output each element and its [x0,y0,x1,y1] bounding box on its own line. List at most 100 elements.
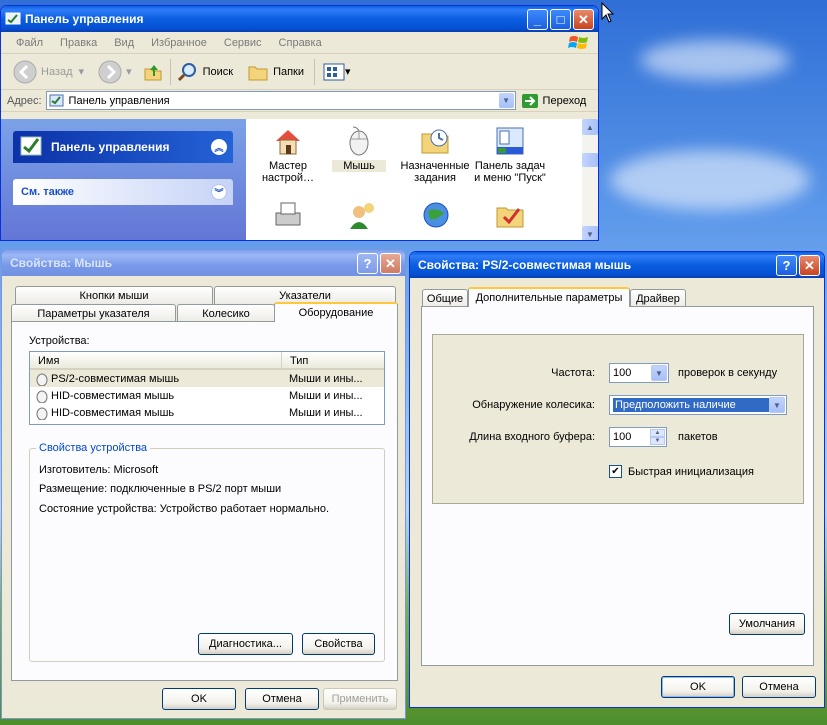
control-panel-window: Панель управления _ □ ✕ Файл Правка Вид … [0,5,599,241]
task-pane-see-also[interactable]: См. также ︾ [13,179,233,205]
vertical-scrollbar[interactable]: ▲ ▼ [582,119,598,240]
cp-item-scheduled-tasks[interactable]: Назначенные задания [396,125,474,184]
back-arrow-icon [13,60,37,83]
maximize-button[interactable]: □ [550,9,571,30]
apply-button[interactable]: Применить [323,688,397,710]
column-type[interactable]: Тип [282,352,308,368]
ok-button[interactable]: OK [162,688,236,710]
help-button[interactable]: ? [357,253,378,274]
hardware-tab-panel: Устройства: Имя Тип PS/2-совместимая мыш… [11,321,398,681]
tab-hardware[interactable]: Оборудование [274,302,398,322]
chevron-down-icon: ▼ [651,365,667,381]
task-pane-control-panel[interactable]: Панель управления ︽ [13,131,233,163]
ok-button[interactable]: OK [661,676,735,698]
device-properties-group: Свойства устройства Изготовитель: Micros… [29,442,385,662]
close-button[interactable]: ✕ [799,255,820,276]
search-button[interactable]: Поиск [177,61,233,83]
buffer-length-label: Длина входного буфера: [469,431,595,443]
devices-label: Устройства: [29,335,90,347]
advanced-tab-panel: Частота: 100 ▼ проверок в секунду Обнару… [421,306,814,666]
forward-arrow-icon[interactable] [98,60,122,84]
menu-bar: Файл Правка Вид Избранное Сервис Справка [1,32,598,54]
menu-edit[interactable]: Правка [60,37,97,49]
go-arrow-icon [521,93,538,108]
scheduled-tasks-icon [421,129,449,154]
column-name[interactable]: Имя [30,352,282,368]
cp-item-mouse[interactable]: Мышь [332,125,386,172]
title-bar: Свойства: Мышь ? ✕ [2,250,405,276]
wheel-detection-label: Обнаружение колесика: [472,399,595,411]
spin-down-icon[interactable]: ▼ [650,437,665,445]
location-text: Размещение: подключенные в PS/2 порт мыш… [39,483,282,495]
address-dropdown-button[interactable]: ▼ [498,93,514,108]
mouse-properties-dialog: Свойства: Мышь ? ✕ Кнопки мыши Указатели… [1,249,406,719]
up-folder-icon[interactable] [142,61,164,83]
cursor-icon [601,2,615,23]
tab-general[interactable]: Общие [422,289,468,307]
task-pane: Панель управления ︽ См. также ︾ [1,119,246,240]
menu-tools[interactable]: Сервис [224,37,262,49]
folders-button[interactable]: Папки [247,62,304,82]
printers-icon[interactable] [272,199,304,231]
menu-view[interactable]: Вид [114,37,134,49]
go-button[interactable]: Переход [521,93,586,109]
cp-item-taskbar[interactable]: Панель задач и меню "Пуск" [472,125,548,184]
fast-init-checkbox[interactable]: ✔ Быстрая инициализация [609,465,754,478]
buffer-length-spinner[interactable]: 100 ▲ ▼ [609,427,667,447]
chevron-down-icon: ▼ [769,397,785,413]
folder-options-icon[interactable] [494,199,526,231]
device-row[interactable]: HID-совместимая мышь Мыши и ины... [30,387,384,404]
close-button[interactable]: ✕ [380,253,401,274]
internet-options-icon[interactable] [420,199,452,231]
buffer-length-unit: пакетов [678,431,718,443]
group-title: Свойства устройства [36,442,151,454]
tab-buttons[interactable]: Кнопки мыши [15,286,213,304]
scroll-down-button[interactable]: ▼ [582,226,598,240]
search-icon [177,62,196,81]
sample-rate-select[interactable]: 100 ▼ [609,363,669,383]
help-button[interactable]: ? [776,255,797,276]
control-panel-icon [5,12,21,25]
network-wizard-icon [276,130,300,155]
tab-advanced-settings[interactable]: Дополнительные параметры [468,287,630,307]
minimize-button[interactable]: _ [527,9,548,30]
control-panel-icon [20,136,42,156]
collapse-chevron-icon[interactable]: ︽ [211,139,227,155]
scroll-up-button[interactable]: ▲ [582,119,598,135]
back-button[interactable]: Назад ▾ [13,60,84,84]
menu-file[interactable]: Файл [16,37,43,49]
address-field[interactable]: Панель управления ▼ [45,91,516,110]
standard-toolbar: Назад ▾ ▾ Поиск Папки ▾ [1,54,598,90]
menu-favorites[interactable]: Избранное [151,37,207,49]
manufacturer-text: Изготовитель: Microsoft [39,464,159,476]
tab-driver[interactable]: Драйвер [630,289,686,307]
user-accounts-icon[interactable] [346,199,378,231]
cancel-button[interactable]: Отмена [742,676,816,698]
menu-help[interactable]: Справка [279,37,322,49]
tab-pointer-options[interactable]: Параметры указателя [11,304,176,322]
troubleshoot-button[interactable]: Диагностика... [198,633,293,655]
device-row[interactable]: HID-совместимая мышь Мыши и ины... [30,404,384,421]
close-button[interactable]: ✕ [573,9,594,30]
cp-item-network-wizard[interactable]: Мастер настрой… [256,125,320,184]
spin-up-icon[interactable]: ▲ [650,429,665,437]
wheel-detection-select[interactable]: Предположить наличие ▼ [609,395,787,415]
windows-logo-icon [568,36,588,49]
scroll-thumb[interactable] [582,153,598,167]
properties-button[interactable]: Свойства [302,633,375,655]
cloud [640,40,790,80]
defaults-button[interactable]: Умолчания [729,613,805,635]
checkbox-checked-icon: ✔ [609,465,622,478]
cancel-button[interactable]: Отмена [245,688,319,710]
views-icon [323,63,345,80]
device-row[interactable]: PS/2-совместимая мышь Мыши и ины... [30,370,384,387]
devices-list[interactable]: Имя Тип PS/2-совместимая мышь Мыши и ины… [29,351,385,425]
taskbar-icon [496,127,524,155]
tab-wheel[interactable]: Колесико [177,304,275,322]
views-button[interactable]: ▾ [323,63,351,81]
expand-chevron-icon[interactable]: ︾ [211,184,227,200]
ps2-mouse-properties-dialog: Свойства: PS/2-совместимая мышь ? ✕ Общи… [409,251,825,708]
rate-unit: проверок в секунду [678,367,778,379]
rate-label: Частота: [551,367,595,379]
mouse-icon [349,126,369,156]
